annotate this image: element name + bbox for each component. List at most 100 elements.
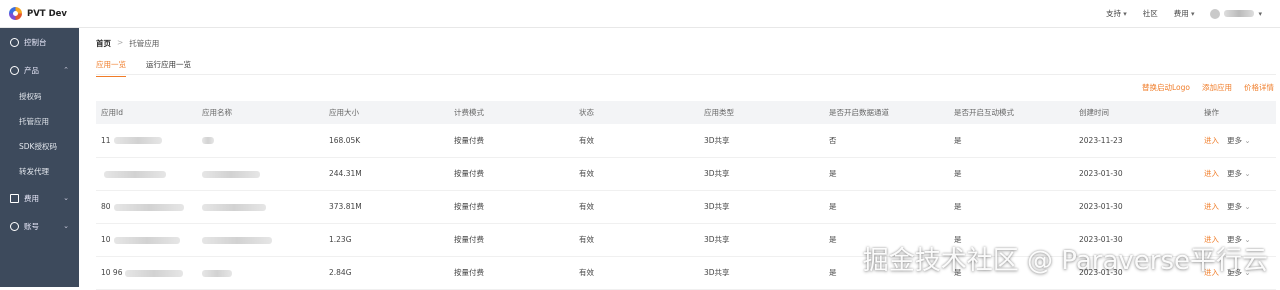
cell-app-id: 11 <box>96 124 197 158</box>
cell-actions: 进入 更多 <box>1199 157 1276 191</box>
cell-app-type-text: 3D共享 <box>704 235 730 244</box>
cell-app-size: 168.05K <box>324 124 449 158</box>
more-dropdown[interactable]: 更多 <box>1227 169 1251 178</box>
cell-app-size: 1.23G <box>324 223 449 257</box>
cell-app-type: 3D共享 <box>699 256 824 290</box>
cell-app-size-text: 373.81M <box>329 202 362 211</box>
cell-data-channel-text: 否 <box>829 135 837 145</box>
redacted-text <box>202 236 272 244</box>
redacted-text <box>125 269 184 277</box>
enter-button[interactable]: 进入 <box>1204 202 1219 211</box>
cell-billing-mode-text: 按量付费 <box>454 235 484 244</box>
cell-actions: 进入 更多 <box>1199 124 1276 158</box>
cell-app-id-text: 11 <box>101 135 111 145</box>
col-billing-mode: 计费模式 <box>449 101 574 124</box>
table-header-row: 应用Id 应用名称 应用大小 计费模式 状态 应用类型 是否开启数据通道 是否开… <box>96 101 1276 124</box>
cell-data-channel-text: 是 <box>829 169 837 178</box>
col-app-size: 应用大小 <box>324 101 449 124</box>
cell-app-type: 3D共享 <box>699 157 824 191</box>
sidebar-item-billing[interactable]: 费用 ⌄ <box>0 184 79 212</box>
cell-billing-mode: 按量付费 <box>449 124 574 158</box>
compass-icon <box>10 37 19 47</box>
redacted-text <box>202 170 260 178</box>
cell-data-channel: 是 <box>824 190 949 224</box>
cell-billing-mode-text: 按量付费 <box>454 169 484 178</box>
cell-created: 2023-01-30 <box>1074 157 1199 191</box>
cell-status: 有效 <box>574 223 699 257</box>
redacted-text <box>202 203 266 211</box>
cell-app-type-text: 3D共享 <box>704 202 730 211</box>
sidebar-item-forward-proxy[interactable]: 转发代理 <box>0 159 79 184</box>
cell-data-channel-text: 是 <box>829 235 837 244</box>
redacted-text <box>113 236 180 244</box>
cell-status-text: 有效 <box>579 135 594 145</box>
sidebar-item-console[interactable]: 控制台 <box>0 28 79 56</box>
cell-app-id <box>96 157 197 191</box>
cell-app-type-text: 3D共享 <box>704 135 730 145</box>
cell-app-name <box>197 157 324 191</box>
sidebar-item-label: 账号 <box>24 221 39 231</box>
cell-status-text: 有效 <box>579 202 594 211</box>
sidebar-item-products[interactable]: 产品 ⌃ <box>0 56 79 84</box>
cell-interactive: 是 <box>949 157 1074 191</box>
cell-billing-mode-text: 按量付费 <box>454 135 484 145</box>
clock-icon <box>10 65 19 75</box>
redacted-text <box>202 137 214 145</box>
cell-app-id-text: 10 96 <box>101 268 123 277</box>
more-dropdown[interactable]: 更多 <box>1227 136 1251 145</box>
cell-data-channel-text: 是 <box>829 202 837 211</box>
col-app-type: 应用类型 <box>699 101 824 124</box>
cell-app-id: 10 96 <box>96 256 197 290</box>
username-redacted <box>1224 10 1255 17</box>
more-dropdown[interactable]: 更多 <box>1227 202 1251 211</box>
cell-app-name <box>197 256 324 290</box>
tabs-divider <box>96 74 1276 75</box>
breadcrumb: 首页 > 托管应用 <box>96 38 159 49</box>
cell-app-size: 373.81M <box>324 190 449 224</box>
cell-app-id: 80 <box>96 190 197 224</box>
cell-status: 有效 <box>574 124 699 158</box>
cell-billing-mode: 按量付费 <box>449 223 574 257</box>
cell-app-name <box>197 124 324 158</box>
cell-app-type: 3D共享 <box>699 190 824 224</box>
support-menu[interactable]: 支持 <box>1106 8 1127 19</box>
watermark: 掘金技术社区 @ Paraverse平行云 <box>862 246 1268 276</box>
cell-status: 有效 <box>574 256 699 290</box>
brand-name: PVT Dev <box>27 8 67 19</box>
action-links: 替换启动Logo 添加应用 价格详情 <box>1142 82 1274 93</box>
cell-status: 有效 <box>574 157 699 191</box>
add-app-link[interactable]: 添加应用 <box>1202 82 1232 93</box>
sidebar-item-sdk-license[interactable]: SDK授权码 <box>0 134 79 159</box>
chevron-up-icon: ⌃ <box>63 66 69 74</box>
cell-data-channel: 否 <box>824 124 949 158</box>
col-interactive: 是否开启互动模式 <box>949 101 1074 124</box>
sidebar-item-hosted-apps[interactable]: 托管应用 <box>0 109 79 134</box>
cell-app-type: 3D共享 <box>699 223 824 257</box>
cell-interactive: 是 <box>949 190 1074 224</box>
table-row: 11 168.05K 按量付费 有效 3D共享 否 是 2023-11-23 进入 更多 <box>96 124 1276 158</box>
chevron-down-icon: ⌄ <box>63 222 69 230</box>
billing-menu[interactable]: 费用 <box>1174 8 1195 19</box>
cell-billing-mode-text: 按量付费 <box>454 268 484 277</box>
cell-interactive-text: 是 <box>954 169 962 178</box>
enter-button[interactable]: 进入 <box>1204 136 1219 145</box>
cell-data-channel: 是 <box>824 157 949 191</box>
price-details-link[interactable]: 价格详情 <box>1244 82 1274 93</box>
enter-button[interactable]: 进入 <box>1204 169 1219 178</box>
cell-app-id-text: 80 <box>101 202 111 211</box>
col-app-name: 应用名称 <box>197 101 324 124</box>
breadcrumb-home[interactable]: 首页 <box>96 38 111 49</box>
brand-logo[interactable]: PVT Dev <box>0 7 80 20</box>
replace-logo-link[interactable]: 替换启动Logo <box>1142 82 1190 93</box>
redacted-text <box>113 137 162 145</box>
breadcrumb-separator: > <box>117 38 124 47</box>
redacted-text <box>202 269 232 277</box>
sidebar: 控制台 产品 ⌃ 授权码 托管应用 SDK授权码 转发代理 费用 ⌄ 账号 ⌄ <box>0 28 79 287</box>
sidebar-item-account[interactable]: 账号 ⌄ <box>0 212 79 240</box>
user-menu[interactable] <box>1210 8 1262 19</box>
sidebar-item-license-code[interactable]: 授权码 <box>0 84 79 109</box>
cell-status: 有效 <box>574 190 699 224</box>
community-link[interactable]: 社区 <box>1143 8 1158 19</box>
cell-created-text: 2023-01-30 <box>1079 202 1123 211</box>
cell-app-size-text: 2.84G <box>329 268 352 277</box>
